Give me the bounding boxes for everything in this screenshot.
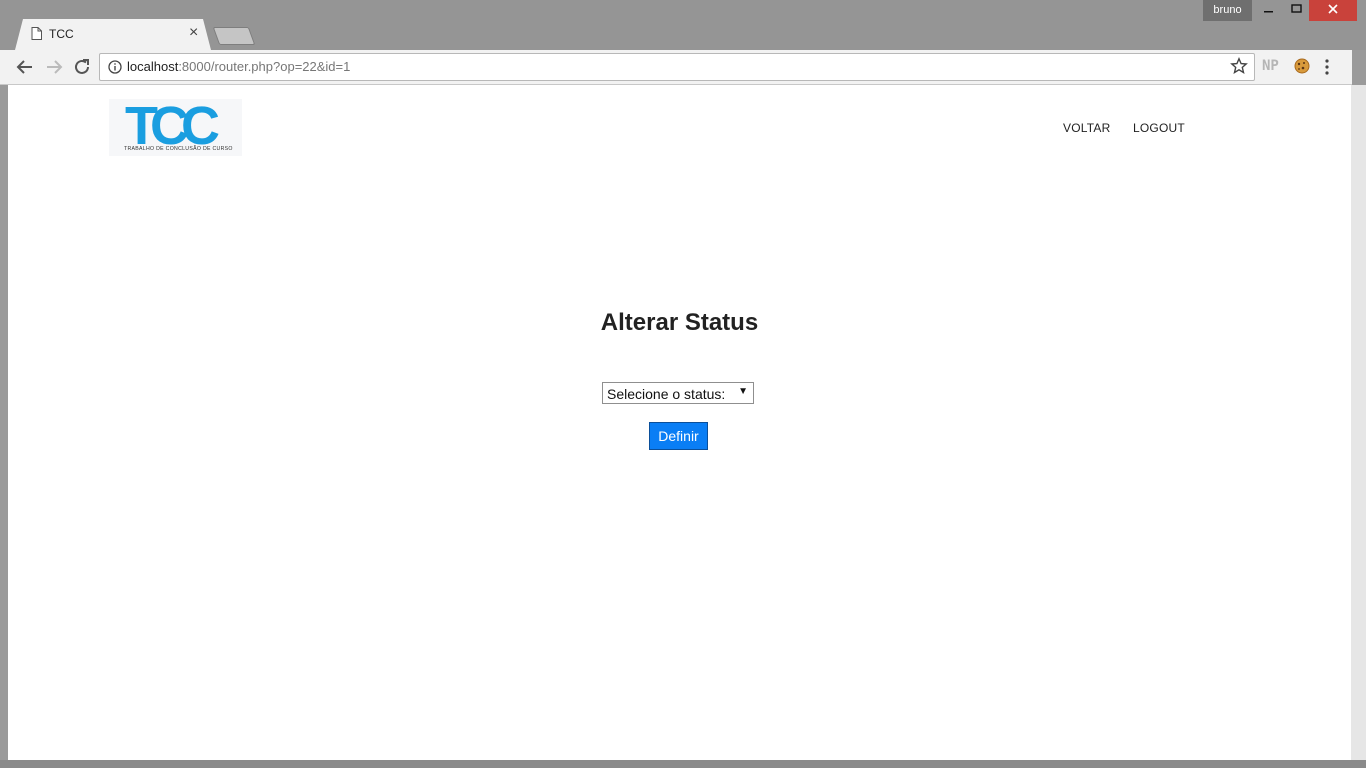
minimize-button[interactable] <box>1256 0 1282 21</box>
chevron-down-icon: ▼ <box>738 386 748 397</box>
tab-title: TCC <box>49 27 74 41</box>
url-text[interactable]: localhost:8000/router.php?op=22&id=1 <box>127 59 350 74</box>
minimize-icon <box>1264 11 1273 13</box>
nav-logout-link[interactable]: LOGOUT <box>1133 121 1185 135</box>
maximize-icon <box>1290 4 1302 13</box>
nav-voltar-link[interactable]: VOLTAR <box>1063 121 1110 135</box>
page-title: Alterar Status <box>600 309 759 336</box>
bookmark-star-icon[interactable] <box>1230 57 1248 75</box>
url-path: :8000/router.php?op=22&id=1 <box>178 59 351 74</box>
back-button[interactable] <box>14 56 36 78</box>
status-select[interactable]: Selecione o status: ▼ <box>602 382 754 404</box>
page-viewport: TCC TRABALHO DE CONCLUSÃO DE CURSO VOLTA… <box>8 85 1351 760</box>
menu-kebab-icon[interactable] <box>1324 59 1330 75</box>
window-titlebar: bruno TCC × <box>0 0 1366 50</box>
close-window-button[interactable] <box>1309 0 1357 21</box>
browser-tab[interactable]: TCC × <box>15 19 211 50</box>
site-logo[interactable]: TCC TRABALHO DE CONCLUSÃO DE CURSO <box>109 96 242 156</box>
np-extension-icon[interactable]: NP <box>1262 58 1279 74</box>
forward-button[interactable] <box>43 56 65 78</box>
maximize-button[interactable] <box>1284 0 1308 21</box>
definir-button[interactable]: Definir <box>649 422 708 450</box>
address-bar[interactable]: localhost:8000/router.php?op=22&id=1 <box>99 53 1255 81</box>
status-select-value: Selecione o status: <box>607 386 726 402</box>
tab-close-icon[interactable]: × <box>189 24 198 42</box>
new-tab-button[interactable] <box>212 27 256 45</box>
forward-arrow-icon <box>47 60 63 74</box>
back-arrow-icon <box>16 60 32 74</box>
reload-icon <box>75 59 89 74</box>
reload-button[interactable] <box>71 56 93 78</box>
close-icon <box>1328 4 1338 14</box>
page-icon <box>31 27 42 40</box>
browser-toolbar: localhost:8000/router.php?op=22&id=1 NP <box>0 50 1352 85</box>
logo-subtitle: TRABALHO DE CONCLUSÃO DE CURSO <box>124 146 233 152</box>
scrollbar-edge <box>1351 85 1366 768</box>
window-bottom-edge <box>0 760 1366 768</box>
profile-badge[interactable]: bruno <box>1203 0 1252 21</box>
cookie-extension-icon[interactable] <box>1294 58 1310 74</box>
info-icon[interactable] <box>108 60 122 74</box>
url-host: localhost <box>127 59 179 74</box>
